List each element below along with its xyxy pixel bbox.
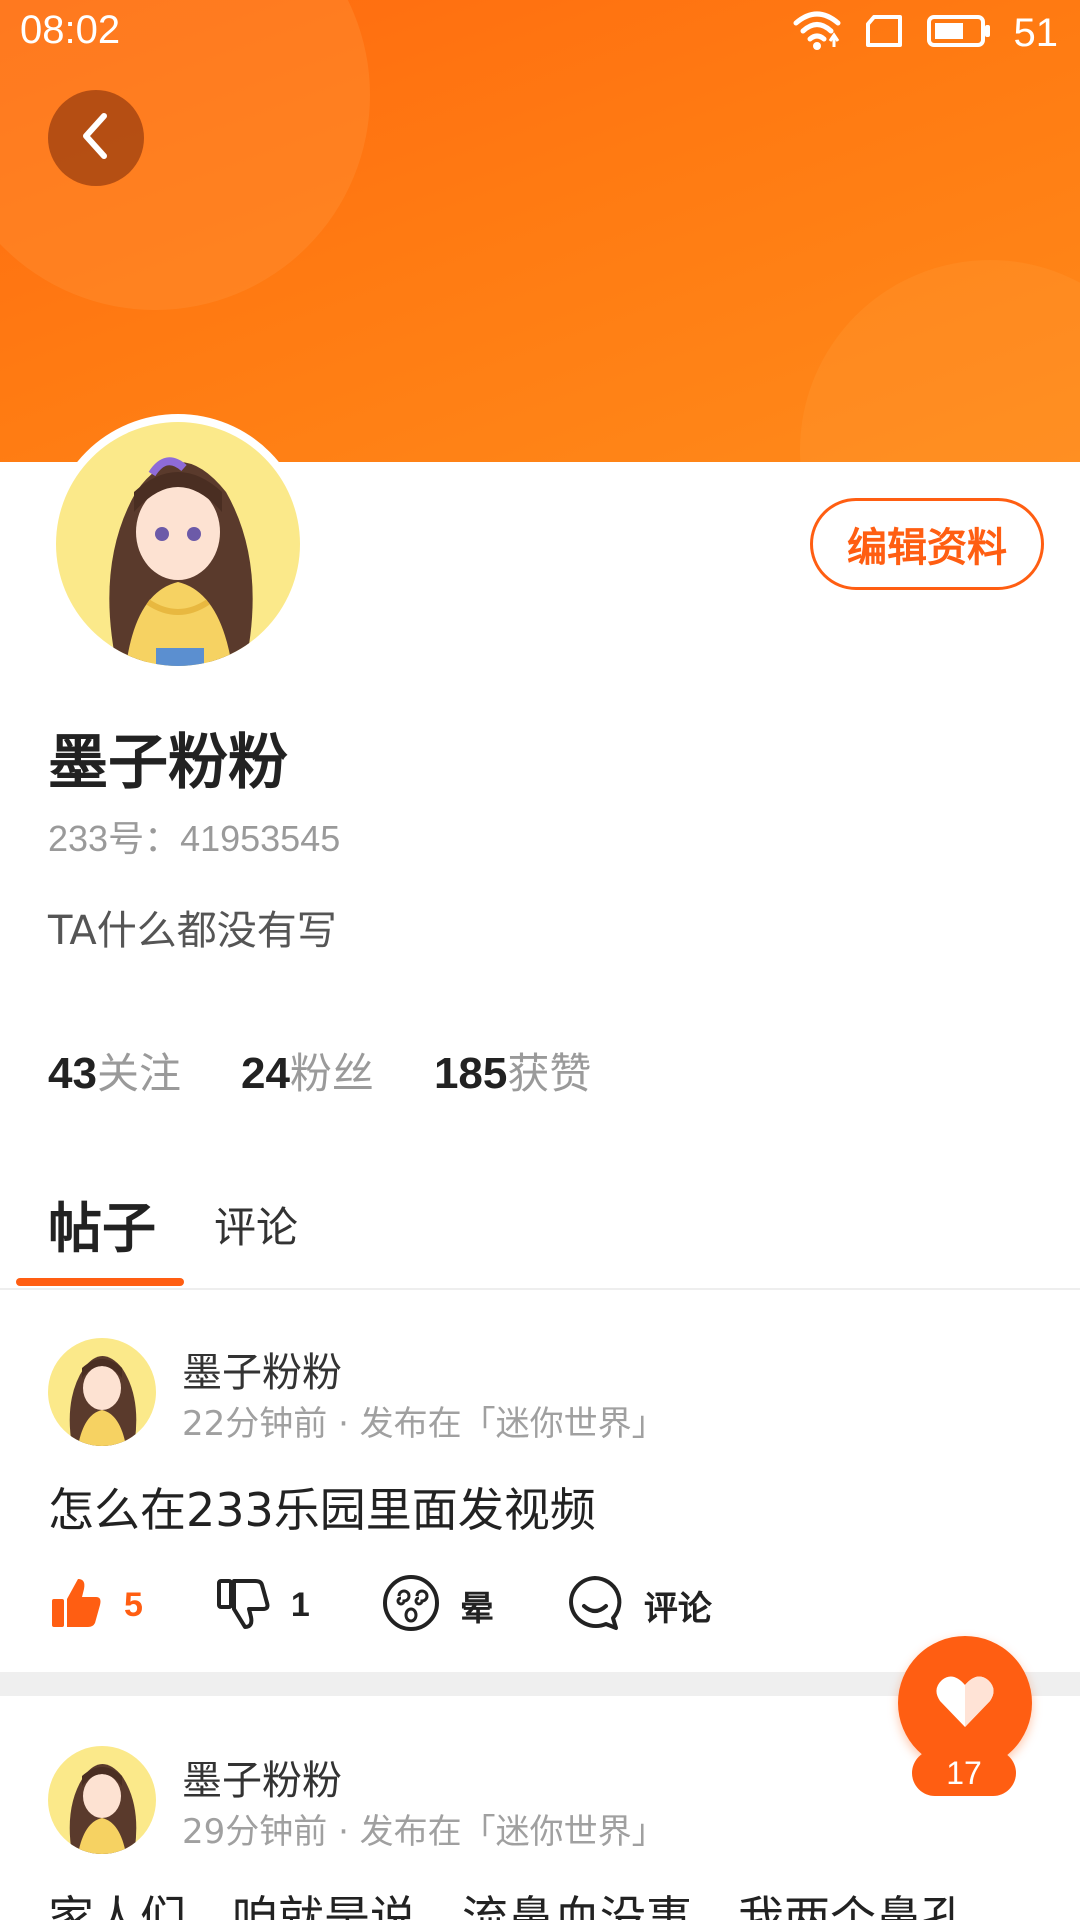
like-count: 5	[124, 1585, 143, 1624]
status-bar: 08:02 51	[0, 0, 1080, 66]
comment-label: 评论	[643, 1589, 712, 1628]
tab-comments[interactable]: 评论	[214, 1194, 298, 1255]
stat-label: 获赞	[507, 1049, 592, 1098]
post-text: 怎么在233乐园里面发视频	[48, 1483, 596, 1537]
status-time: 08:02	[20, 8, 121, 52]
profile-id: 233号：41953545	[48, 818, 341, 859]
comment-bubble-icon	[566, 1574, 624, 1636]
tab-active-indicator	[16, 1278, 184, 1286]
stat-following[interactable]: 43 关注	[48, 1040, 181, 1101]
stat-value: 185	[433, 1049, 508, 1098]
avatar-image	[56, 422, 300, 666]
dislike-button[interactable]: 1	[215, 1575, 310, 1635]
stat-likes[interactable]: 185 获赞	[434, 1040, 591, 1101]
dislike-count: 1	[290, 1585, 310, 1624]
post-item[interactable]: 墨子粉粉 22分钟前 · 发布在「迷你世界」 怎么在233乐园里面发视频 5 1	[0, 1290, 1080, 1672]
thumbs-up-icon	[48, 1575, 104, 1635]
post-author-avatar[interactable]	[48, 1746, 156, 1854]
post-text: 家人们，咱就是说，流鼻血没事，我两个鼻孔	[48, 1891, 968, 1920]
profile-name: 墨子粉粉	[48, 728, 288, 798]
post-author-name[interactable]: 墨子粉粉	[182, 1340, 342, 1398]
edit-profile-button[interactable]: 编辑资料	[810, 498, 1044, 590]
stat-label: 关注	[96, 1049, 181, 1098]
post-author-name[interactable]: 墨子粉粉	[182, 1748, 342, 1806]
floating-like-count: 17	[912, 1750, 1016, 1796]
profile-avatar[interactable]	[48, 414, 308, 674]
post-author-avatar[interactable]	[48, 1338, 156, 1446]
dizzy-reaction-button[interactable]: 晕	[382, 1574, 494, 1636]
post-meta: 29分钟前 · 发布在「迷你世界」	[182, 1812, 666, 1852]
dizzy-label: 晕	[459, 1589, 494, 1628]
back-button[interactable]	[48, 90, 144, 186]
dizzy-face-icon	[382, 1574, 440, 1636]
comment-button[interactable]: 评论	[566, 1574, 712, 1636]
content-tabs: 帖子 评论	[0, 1170, 1080, 1290]
profile-bio: TA什么都没有写	[48, 908, 337, 954]
heart-icon	[934, 1673, 996, 1733]
status-icons: 51	[792, 8, 1059, 58]
chevron-left-icon	[76, 110, 116, 166]
stat-value: 24	[240, 1049, 290, 1098]
battery-icon	[926, 14, 992, 52]
stat-label: 粉丝	[289, 1049, 374, 1098]
battery-level: 51	[1013, 10, 1059, 55]
profile-stats: 43 关注 24 粉丝 185 获赞	[48, 1040, 591, 1101]
banner-decoration	[800, 260, 1080, 462]
post-actions: 5 1 晕 评论	[48, 1570, 784, 1640]
tab-posts[interactable]: 帖子	[48, 1184, 156, 1263]
sim-icon	[864, 14, 904, 52]
profile-banner	[0, 0, 1080, 462]
like-button[interactable]: 5	[48, 1575, 143, 1635]
stat-value: 43	[48, 1049, 97, 1098]
stat-followers[interactable]: 24 粉丝	[241, 1040, 374, 1101]
thumbs-down-icon	[215, 1575, 271, 1635]
post-meta: 22分钟前 · 发布在「迷你世界」	[182, 1404, 666, 1444]
wifi-icon	[792, 9, 842, 57]
